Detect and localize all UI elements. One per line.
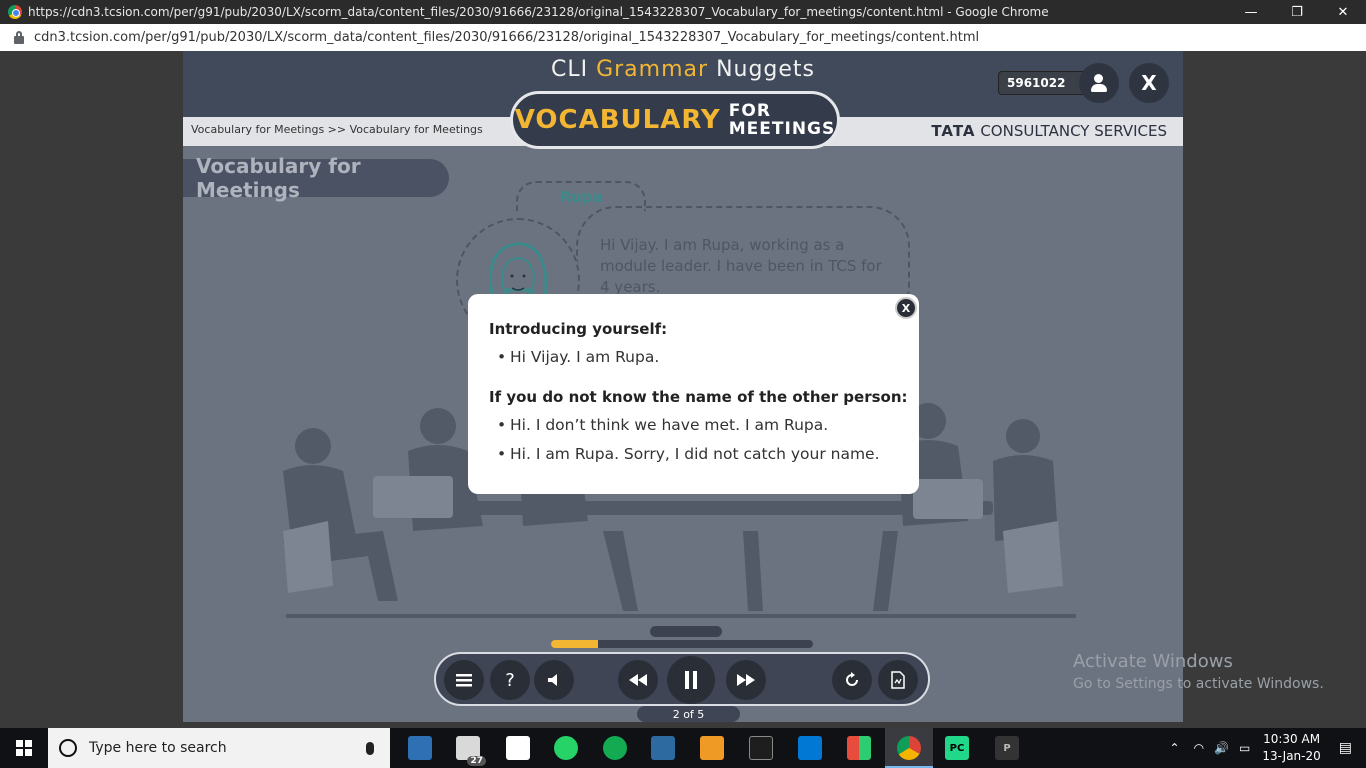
activate-windows-watermark: Activate Windows Go to Settings to activ…	[1073, 651, 1324, 692]
pycharm-icon[interactable]: PC	[945, 736, 969, 760]
url-text[interactable]: cdn3.tcsion.com/per/g91/pub/2030/LX/scor…	[34, 30, 979, 45]
chevron-up-icon[interactable]: ⌃	[1170, 741, 1180, 755]
popup-list-item: Hi. I am Rupa. Sorry, I did not catch yo…	[497, 445, 879, 463]
user-id: 5961022	[998, 71, 1086, 95]
popup-list-item: Hi Vijay. I am Rupa.	[497, 348, 659, 366]
windows-icon	[16, 740, 32, 756]
app-p-icon[interactable]: P	[995, 736, 1019, 760]
clock-date: 13-Jan-20	[1262, 749, 1321, 763]
mail-badge: 27	[467, 756, 486, 766]
progress-handle[interactable]	[650, 626, 722, 637]
fast-forward-icon	[737, 674, 755, 686]
address-bar[interactable]: cdn3.tcsion.com/per/g91/pub/2030/LX/scor…	[0, 24, 1366, 51]
brand-suffix: Nuggets	[716, 57, 816, 82]
course-badge: VOCABULARY FOR MEETINGS	[510, 91, 840, 149]
rewind-icon	[629, 674, 647, 686]
help-button[interactable]: ?	[490, 660, 530, 700]
tcs-tata: TATA	[931, 122, 976, 140]
replay-button[interactable]	[832, 660, 872, 700]
close-course-button[interactable]: X	[1129, 63, 1169, 103]
wifi-icon[interactable]: ◠	[1194, 741, 1204, 755]
replay-icon	[846, 672, 858, 686]
tcs-rest: CONSULTANCY SERVICES	[980, 122, 1167, 140]
activate-title: Activate Windows	[1073, 651, 1233, 672]
clock[interactable]: 10:30 AM 13-Jan-20	[1262, 731, 1320, 765]
battery-icon[interactable]: ▭	[1239, 741, 1250, 755]
chrome-icon	[8, 5, 22, 19]
browser-title-bar: https://cdn3.tcsion.com/per/g91/pub/2030…	[0, 0, 1366, 24]
restore-button[interactable]: ❐	[1274, 0, 1320, 24]
search-placeholder: Type here to search	[89, 740, 227, 756]
start-button[interactable]	[0, 728, 48, 768]
window-title: https://cdn3.tcsion.com/per/g91/pub/2030…	[28, 5, 1049, 19]
clock-time: 10:30 AM	[1263, 732, 1321, 746]
terminal-icon[interactable]	[749, 736, 773, 760]
sticky-notes-icon[interactable]	[506, 736, 530, 760]
popup-heading-2: If you do not know the name of the other…	[489, 388, 908, 406]
mail-icon[interactable]: 27	[456, 736, 486, 766]
badge-vocabulary: VOCABULARY	[514, 105, 721, 135]
breadcrumb: Vocabulary for Meetings >> Vocabulary fo…	[191, 123, 483, 136]
volume-icon[interactable]: 🔊	[1214, 741, 1229, 755]
tcs-logo: TATA CONSULTANCY SERVICES	[931, 122, 1167, 140]
popup-heading-1: Introducing yourself:	[489, 320, 668, 338]
taskbar: Type here to search 27 PC P ⌃ ◠ 🔊 ▭ 10:3…	[0, 728, 1366, 768]
minimize-button[interactable]: —	[1228, 0, 1274, 24]
office-icon[interactable]	[847, 736, 871, 760]
transcript-button[interactable]	[878, 660, 918, 700]
menu-icon	[456, 674, 472, 687]
fast-forward-button[interactable]	[726, 660, 766, 700]
user-icon-body	[1091, 84, 1107, 92]
popup-list-item: Hi. I don’t think we have met. I am Rupa…	[497, 416, 828, 434]
page-counter: 2 of 5	[637, 706, 740, 722]
player-controls: ?	[434, 652, 930, 706]
mysql-workbench-icon[interactable]	[651, 736, 675, 760]
brand-accent: Grammar	[596, 57, 709, 82]
document-icon	[891, 671, 905, 689]
user-profile-button[interactable]	[1079, 63, 1119, 103]
speaker-name: Rupa	[516, 181, 646, 211]
volume-button[interactable]	[534, 660, 574, 700]
progress-bar[interactable]	[551, 640, 813, 648]
info-popup: X Introducing yourself: Hi Vijay. I am R…	[468, 294, 919, 494]
task-view-icon[interactable]	[408, 736, 432, 760]
pause-button[interactable]	[667, 656, 715, 704]
whatsapp-icon[interactable]	[554, 736, 578, 760]
user-icon	[1094, 74, 1103, 83]
rewind-button[interactable]	[618, 660, 658, 700]
cortana-icon	[59, 739, 77, 757]
chrome-taskbar-icon[interactable]	[897, 736, 921, 760]
system-tray: ⌃ ◠ 🔊 ▭ 10:30 AM 13-Jan-20 ▤	[1170, 728, 1366, 768]
activate-subtitle: Go to Settings to activate Windows.	[1073, 676, 1324, 692]
badge-meetings: MEETINGS	[728, 119, 836, 139]
brand-prefix: CLI	[550, 57, 589, 82]
sublime-text-icon[interactable]	[700, 736, 724, 760]
section-title: Vocabulary for Meetings	[183, 154, 449, 202]
close-popup-button[interactable]: X	[895, 297, 917, 319]
badge-for: FOR	[728, 101, 771, 121]
notifications-icon[interactable]: ▤	[1339, 740, 1352, 756]
pause-icon	[685, 671, 697, 689]
progress-fill	[551, 640, 599, 648]
speech-text: Hi Vijay. I am Rupa, working as a module…	[600, 236, 882, 296]
microphone-icon[interactable]	[366, 741, 374, 755]
badge-subtitle: FOR MEETINGS	[729, 102, 836, 138]
mongodb-icon[interactable]	[603, 736, 627, 760]
vscode-icon[interactable]	[798, 736, 822, 760]
menu-button[interactable]	[444, 660, 484, 700]
speaker-icon	[548, 674, 557, 686]
taskbar-search[interactable]: Type here to search	[48, 728, 390, 768]
close-window-button[interactable]: ✕	[1320, 0, 1366, 24]
lock-icon	[14, 30, 24, 44]
